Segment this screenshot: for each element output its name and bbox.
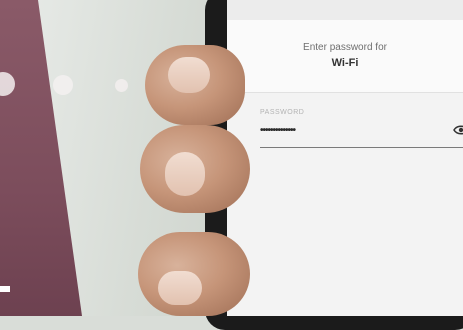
password-label: PASSWORD <box>260 109 305 116</box>
fingernail <box>168 57 210 93</box>
fingernail <box>158 271 202 305</box>
divider <box>227 92 463 93</box>
dialog-header: Enter password for Wi-Fi <box>227 0 463 92</box>
photo-scene: Enter password for Wi-Fi PASSWORD ••••••… <box>0 0 463 330</box>
status-strip <box>227 0 463 20</box>
network-name: Wi-Fi <box>331 57 359 69</box>
eye-icon[interactable] <box>453 124 463 136</box>
password-prompt: Enter password for <box>303 42 387 53</box>
password-field[interactable]: •••••••••••••• <box>260 125 440 136</box>
fingernail <box>165 152 205 196</box>
field-underline <box>260 147 463 148</box>
decorative-dot <box>115 79 128 92</box>
phone-screen: Enter password for Wi-Fi PASSWORD ••••••… <box>227 0 463 316</box>
decorative-bar <box>0 286 10 292</box>
decorative-dot <box>53 75 73 95</box>
